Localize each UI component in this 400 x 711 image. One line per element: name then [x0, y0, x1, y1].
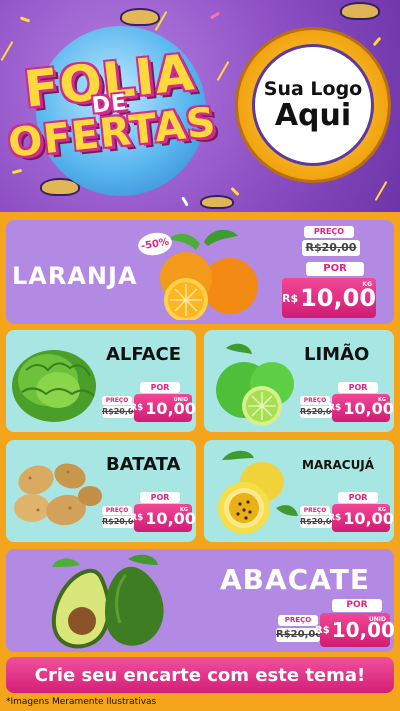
streamer — [0, 40, 14, 62]
cta-banner[interactable]: Crie seu encarte com este tema! — [6, 657, 394, 693]
currency: R$ — [130, 403, 144, 413]
old-price: R$20,00 — [276, 628, 323, 642]
product-name: ABACATE — [220, 563, 370, 596]
new-price: R$ 10,00 KG — [130, 504, 196, 532]
price-label: PREÇO — [102, 506, 132, 515]
passion-fruit-image — [218, 450, 298, 534]
price-value: 10,00 — [145, 398, 196, 418]
potato-image — [14, 463, 102, 526]
product-card-maracuja: MARACUJÁ POR PREÇO R$20,00 R$ 10,00 KG — [204, 440, 394, 542]
confetti — [19, 16, 31, 23]
unit: KG — [362, 281, 372, 288]
por-label: POR — [338, 382, 378, 393]
product-name: MARACUJÁ — [302, 458, 375, 472]
product-card-limao: LIMÃO POR PREÇO R$20,00 R$ 10,00 KG — [204, 330, 394, 432]
lime-image — [216, 343, 294, 426]
por-label: POR — [140, 382, 180, 393]
price-label: PREÇO — [278, 615, 318, 626]
product-name: BATATA — [106, 454, 181, 475]
unit: KG — [180, 507, 188, 513]
price-value: 10,00 — [343, 398, 394, 418]
price-label: PREÇO — [102, 396, 132, 405]
product-name: LARANJA — [12, 262, 138, 290]
header-banner: FOLIA DE OFERTAS Sua Logo Aqui — [0, 0, 400, 212]
confetti — [11, 168, 23, 175]
por-label: POR — [338, 492, 378, 503]
new-price: R$ 10,00 KG — [328, 394, 394, 422]
new-price: R$ 10,00 UNID — [130, 394, 196, 422]
product-name: LIMÃO — [304, 344, 370, 365]
por-label: POR — [140, 492, 180, 503]
product-card-abacate: ABACATE POR PREÇO R$20,00 R$ 10,00 UNID — [6, 549, 395, 652]
carnival-mask-icon — [200, 195, 234, 209]
price-value: 10,00 — [145, 508, 196, 528]
price-label: PREÇO — [300, 396, 330, 405]
price-value: 10,00 — [300, 284, 377, 312]
streamer — [216, 60, 230, 82]
product-card-alface: ALFACE POR PREÇO R$20,00 R$ 10,00 UNID — [6, 330, 196, 432]
product-name: ALFACE — [106, 344, 182, 365]
currency: R$ — [130, 513, 144, 523]
logo-inner: Sua Logo Aqui — [252, 44, 374, 166]
confetti — [230, 186, 240, 197]
unit: KG — [378, 507, 386, 513]
price-label: PREÇO — [300, 506, 330, 515]
old-price: R$20,00 — [302, 240, 360, 256]
unit: UNID — [173, 397, 188, 403]
carnival-mask-icon — [120, 8, 160, 26]
unit: UNID — [368, 616, 386, 623]
price-label: PREÇO — [304, 226, 354, 238]
currency: R$ — [328, 513, 342, 523]
confetti — [181, 196, 189, 207]
currency: R$ — [328, 403, 342, 413]
product-card-laranja: LARANJA PREÇO R$20,00 POR R$ 10,00 KG — [6, 220, 394, 324]
currency: R$ — [281, 291, 299, 305]
product-card-batata: BATATA POR PREÇO R$20,00 R$ 10,00 KG — [6, 440, 196, 542]
disclaimer-text: *Imagens Meramente Ilustrativas — [0, 694, 400, 711]
streamer — [374, 180, 388, 202]
currency: R$ — [315, 624, 330, 636]
por-label: POR — [332, 599, 382, 612]
logo-placeholder: Sua Logo Aqui — [238, 30, 388, 180]
new-price: R$ 10,00 KG — [328, 504, 394, 532]
logo-text-line2: Aqui — [274, 98, 352, 134]
confetti — [372, 36, 382, 47]
new-price: R$ 10,00 KG — [282, 278, 376, 318]
carnival-mask-icon — [340, 2, 380, 20]
logo-text-line1: Sua Logo — [263, 78, 363, 101]
unit: KG — [378, 397, 386, 403]
confetti — [209, 11, 221, 20]
por-label: POR — [306, 262, 364, 276]
price-value: 10,00 — [343, 508, 394, 528]
new-price: R$ 10,00 UNID — [315, 613, 395, 647]
lettuce-image — [12, 350, 96, 422]
avocado-image — [51, 554, 164, 649]
